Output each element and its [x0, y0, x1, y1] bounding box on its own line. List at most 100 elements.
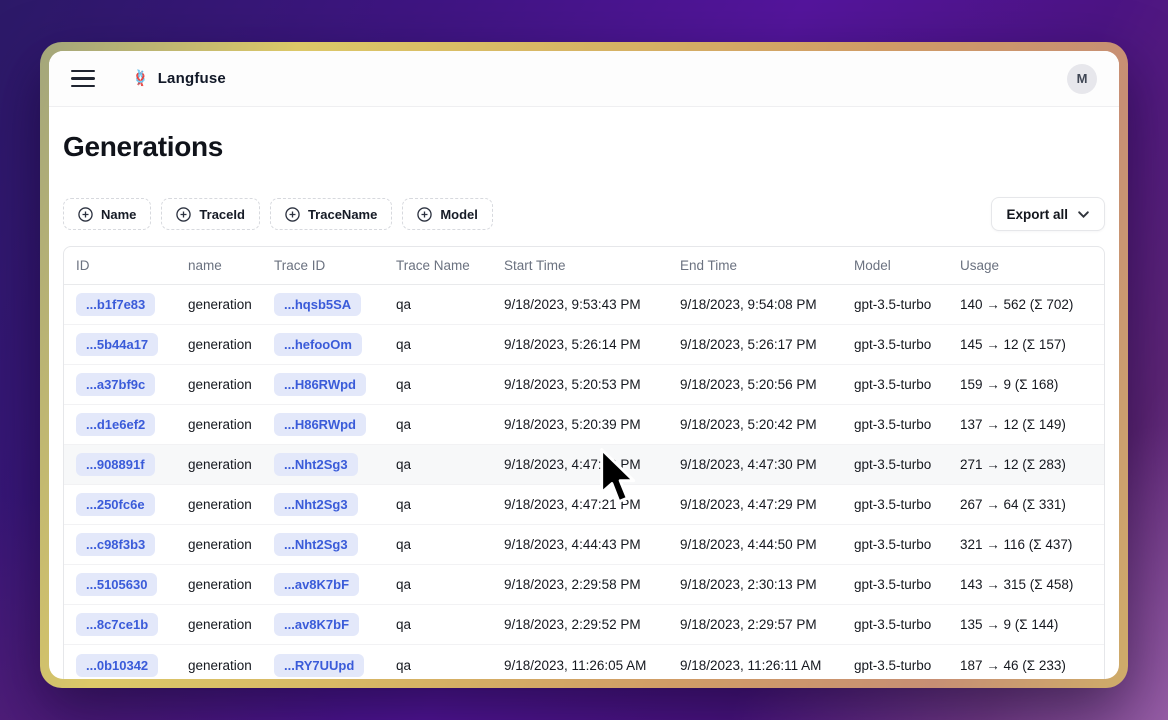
page-title: Generations	[63, 131, 1105, 163]
table-row[interactable]: ...5105630generation...av8K7bFqa9/18/202…	[64, 565, 1104, 605]
table-row[interactable]: ...c98f3b3generation...Nht2Sg3qa9/18/202…	[64, 525, 1104, 565]
app-window: 🪢 Langfuse M Generations Name TraceId	[40, 42, 1128, 688]
filter-button-model[interactable]: Model	[402, 198, 493, 230]
hamburger-menu-icon[interactable]	[71, 70, 95, 88]
usage-cell: 321 → 116 (Σ 437)	[960, 537, 1092, 552]
filter-button-traceid[interactable]: TraceId	[161, 198, 260, 230]
generation-name-cell: generation	[188, 617, 274, 632]
start-time-cell: 9/18/2023, 5:20:39 PM	[504, 417, 680, 432]
generation-id-badge: ...5105630	[76, 573, 188, 596]
generations-table: ID name Trace ID Trace Name Start Time E…	[63, 246, 1105, 679]
trace-id-badge[interactable]: ...Nht2Sg3	[274, 453, 358, 476]
end-time-cell: 9/18/2023, 9:54:08 PM	[680, 297, 854, 312]
trace-id-badge[interactable]: ...av8K7bF	[274, 613, 359, 636]
start-time-cell: 9/18/2023, 5:20:53 PM	[504, 377, 680, 392]
model-cell: gpt-3.5-turbo	[854, 537, 960, 552]
generation-id-badge[interactable]: ...c98f3b3	[76, 533, 155, 556]
end-time-cell: 9/18/2023, 4:44:50 PM	[680, 537, 854, 552]
generation-name-cell: generation	[188, 537, 274, 552]
brand[interactable]: 🪢 Langfuse	[131, 70, 226, 87]
generation-id-badge[interactable]: ...250fc6e	[76, 493, 155, 516]
trace-name-cell: qa	[396, 417, 504, 432]
model-cell: gpt-3.5-turbo	[854, 377, 960, 392]
trace-name-cell: qa	[396, 537, 504, 552]
column-header-model: Model	[854, 258, 960, 273]
end-time-cell: 9/18/2023, 4:47:29 PM	[680, 497, 854, 512]
usage-cell: 159 → 9 (Σ 168)	[960, 377, 1092, 392]
end-time-cell: 9/18/2023, 5:20:56 PM	[680, 377, 854, 392]
start-time-cell: 9/18/2023, 4:47:21 PM	[504, 497, 680, 512]
generation-id-badge[interactable]: ...0b10342	[76, 654, 158, 677]
column-header-trace-name: Trace Name	[396, 258, 504, 273]
trace-id-badge[interactable]: ...hefooOm	[274, 333, 362, 356]
generation-id-badge[interactable]: ...5b44a17	[76, 333, 158, 356]
usage-cell: 187 → 46 (Σ 233)	[960, 658, 1092, 673]
start-time-cell: 9/18/2023, 11:26:05 AM	[504, 658, 680, 673]
trace-id-badge[interactable]: ...Nht2Sg3	[274, 493, 358, 516]
main-content: Generations Name TraceId TraceName Model	[49, 107, 1119, 679]
trace-id-badge: ...Nht2Sg3	[274, 493, 396, 516]
trace-id-badge[interactable]: ...av8K7bF	[274, 573, 359, 596]
model-cell: gpt-3.5-turbo	[854, 297, 960, 312]
topbar: 🪢 Langfuse M	[49, 51, 1119, 107]
column-header-name: name	[188, 258, 274, 273]
trace-id-badge[interactable]: ...Nht2Sg3	[274, 533, 358, 556]
end-time-cell: 9/18/2023, 5:20:42 PM	[680, 417, 854, 432]
end-time-cell: 9/18/2023, 2:29:57 PM	[680, 617, 854, 632]
trace-name-cell: qa	[396, 337, 504, 352]
table-row[interactable]: ...d1e6ef2generation...H86RWpdqa9/18/202…	[64, 405, 1104, 445]
trace-id-badge[interactable]: ...hqsb5SA	[274, 293, 361, 316]
trace-name-cell: qa	[396, 658, 504, 673]
trace-name-cell: qa	[396, 497, 504, 512]
column-header-end-time: End Time	[680, 258, 854, 273]
trace-id-badge: ...Nht2Sg3	[274, 453, 396, 476]
plus-circle-icon	[78, 207, 93, 222]
trace-id-badge[interactable]: ...H86RWpd	[274, 373, 366, 396]
generation-id-badge: ...8c7ce1b	[76, 613, 188, 636]
table-row[interactable]: ...250fc6egeneration...Nht2Sg3qa9/18/202…	[64, 485, 1104, 525]
trace-id-badge[interactable]: ...RY7UUpd	[274, 654, 364, 677]
generation-id-badge[interactable]: ...5105630	[76, 573, 157, 596]
start-time-cell: 9/18/2023, 4:47:22 PM	[504, 457, 680, 472]
model-cell: gpt-3.5-turbo	[854, 658, 960, 673]
export-all-button[interactable]: Export all	[991, 197, 1105, 231]
generation-name-cell: generation	[188, 297, 274, 312]
model-cell: gpt-3.5-turbo	[854, 617, 960, 632]
generation-id-badge: ...c98f3b3	[76, 533, 188, 556]
end-time-cell: 9/18/2023, 4:47:30 PM	[680, 457, 854, 472]
end-time-cell: 9/18/2023, 5:26:17 PM	[680, 337, 854, 352]
generation-id-badge[interactable]: ...908891f	[76, 453, 155, 476]
generation-name-cell: generation	[188, 577, 274, 592]
controls-row: Name TraceId TraceName Model Export all	[63, 197, 1105, 231]
table-row[interactable]: ...a37bf9cgeneration...H86RWpdqa9/18/202…	[64, 365, 1104, 405]
end-time-cell: 9/18/2023, 2:30:13 PM	[680, 577, 854, 592]
start-time-cell: 9/18/2023, 2:29:58 PM	[504, 577, 680, 592]
filter-button-name[interactable]: Name	[63, 198, 151, 230]
generation-id-badge[interactable]: ...8c7ce1b	[76, 613, 158, 636]
user-avatar[interactable]: M	[1067, 64, 1097, 94]
generation-id-badge[interactable]: ...a37bf9c	[76, 373, 155, 396]
usage-cell: 143 → 315 (Σ 458)	[960, 577, 1092, 592]
trace-name-cell: qa	[396, 297, 504, 312]
table-row[interactable]: ...8c7ce1bgeneration...av8K7bFqa9/18/202…	[64, 605, 1104, 645]
start-time-cell: 9/18/2023, 4:44:43 PM	[504, 537, 680, 552]
model-cell: gpt-3.5-turbo	[854, 577, 960, 592]
trace-id-badge: ...hqsb5SA	[274, 293, 396, 316]
start-time-cell: 9/18/2023, 2:29:52 PM	[504, 617, 680, 632]
start-time-cell: 9/18/2023, 9:53:43 PM	[504, 297, 680, 312]
generation-name-cell: generation	[188, 497, 274, 512]
generation-id-badge: ...908891f	[76, 453, 188, 476]
trace-id-badge[interactable]: ...H86RWpd	[274, 413, 366, 436]
trace-id-badge: ...H86RWpd	[274, 413, 396, 436]
table-row[interactable]: ...b1f7e83generation...hqsb5SAqa9/18/202…	[64, 285, 1104, 325]
generation-id-badge[interactable]: ...d1e6ef2	[76, 413, 155, 436]
model-cell: gpt-3.5-turbo	[854, 417, 960, 432]
generation-name-cell: generation	[188, 377, 274, 392]
filter-button-tracename[interactable]: TraceName	[270, 198, 392, 230]
generation-name-cell: generation	[188, 337, 274, 352]
table-row[interactable]: ...0b10342generation...RY7UUpdqa9/18/202…	[64, 645, 1104, 679]
table-row[interactable]: ...5b44a17 generation...hefooOm qa 9/18/202…	[64, 325, 1104, 365]
trace-id-badge: ...hefooOm	[274, 333, 396, 356]
table-row[interactable]: ...908891fgeneration...Nht2Sg3qa9/18/202…	[64, 445, 1104, 485]
generation-id-badge[interactable]: ...b1f7e83	[76, 293, 155, 316]
